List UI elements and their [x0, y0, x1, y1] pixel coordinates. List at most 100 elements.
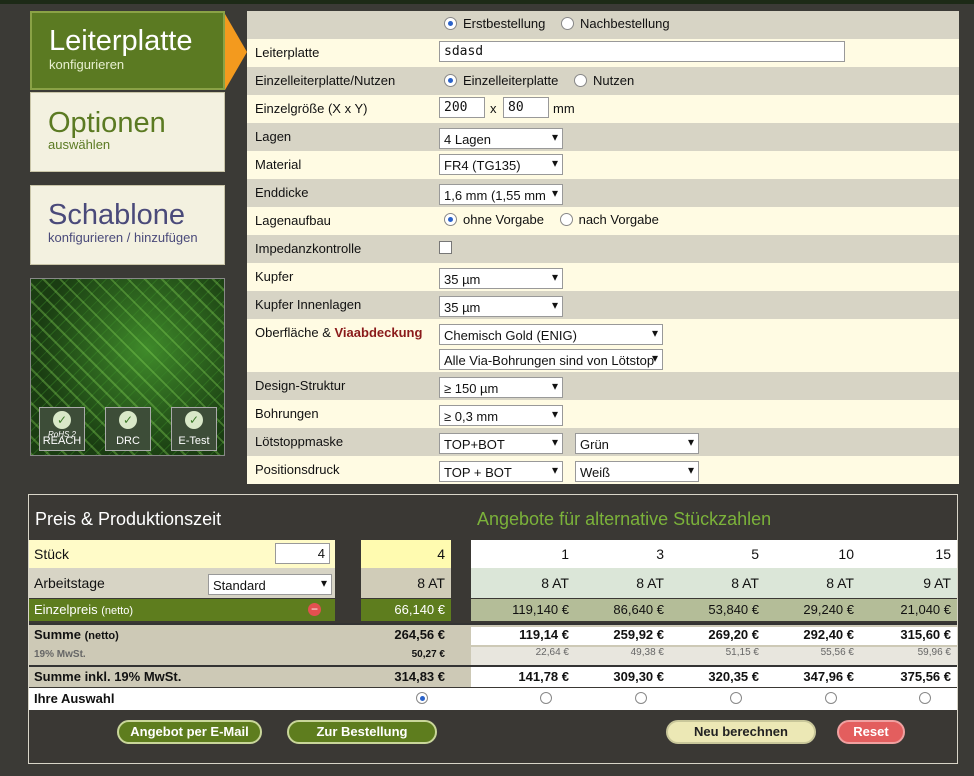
alt-days: 9 AT — [860, 568, 957, 598]
alt-unit-price: 21,040 € — [860, 599, 957, 621]
kupfer-select[interactable]: 35 µm — [439, 268, 563, 289]
main-unit-price: 66,140 € — [361, 599, 451, 621]
groesse-row: Einzelgröße (X x Y) 200 x 80 mm — [247, 95, 959, 123]
alt-sum: 269,20 € — [670, 627, 765, 645]
field-label: Bohrungen — [255, 406, 319, 421]
bohrungen-select[interactable]: ≥ 0,3 mm — [439, 405, 563, 426]
radio-nach-vorgabe[interactable] — [559, 213, 573, 226]
einzelpreis-label: Einzelpreis — [34, 602, 98, 617]
lagenaufbau-row: Lagenaufbau ohne Vorgabe nach Vorgabe — [247, 207, 959, 235]
einzel-radios: Einzelleiterplatte Nutzen — [444, 73, 646, 88]
nav-schablone[interactable]: Schablone konfigurieren / hinzufügen — [30, 185, 225, 265]
loetstopp-color-select[interactable]: Grün — [575, 433, 699, 454]
positionsdruck-row: Positionsdruck TOP + BOT Weiß — [247, 456, 959, 484]
stueck-input[interactable]: 4 — [275, 543, 330, 564]
size-y-input[interactable]: 80 — [503, 97, 549, 118]
check-icon: ✓ — [53, 411, 71, 429]
enddicke-row: Enddicke 1,6 mm (1,55 mm — [247, 179, 959, 207]
lagen-select[interactable]: 4 Lagen — [439, 128, 563, 149]
summe-inkl-row: Summe inkl. 19% MwSt. 314,83 € 141,78 € … — [29, 665, 957, 687]
radio-nutzen[interactable] — [574, 74, 588, 87]
size-separator: x — [490, 101, 497, 116]
alt-unit-price: 29,240 € — [765, 599, 860, 621]
arbeitstage-label-cell: Arbeitstage Standard — [29, 568, 335, 598]
field-label: Einzelleiterplatte/Nutzen — [255, 73, 396, 88]
order-button[interactable]: Zur Bestellung — [287, 720, 437, 744]
alt-days: 8 AT — [575, 568, 670, 598]
radio-erstbestellung[interactable] — [444, 17, 457, 30]
kupfer-row: Kupfer 35 µm — [247, 263, 959, 291]
kupfer-innen-select[interactable]: 35 µm — [439, 296, 563, 317]
remove-icon[interactable]: − — [308, 603, 321, 616]
material-row: Material FR4 (TG135) — [247, 151, 959, 179]
stueck-row: Stück 4 4 1 3 5 10 15 — [29, 540, 957, 568]
field-label: Lagen — [255, 129, 292, 144]
oberflaeche-select[interactable]: Chemisch Gold (ENIG) — [439, 324, 663, 345]
alt-qty: 3 — [575, 540, 670, 568]
arbeitstage-select[interactable]: Standard — [208, 574, 332, 595]
alt-tax: 22,64 € — [471, 647, 575, 665]
alt-total: 309,30 € — [575, 667, 670, 687]
oberflaeche-row: Oberfläche & Viaabdeckung Chemisch Gold … — [247, 319, 959, 372]
etest-badge: ✓ E-Test — [171, 407, 217, 451]
field-label: Lagenaufbau — [255, 213, 331, 228]
alt-unit-price: 86,640 € — [575, 599, 670, 621]
einzelpreis-label-cell: Einzelpreis (netto) − — [29, 599, 335, 621]
recalculate-button[interactable]: Neu berechnen — [666, 720, 816, 744]
alt-sum: 292,40 € — [765, 627, 860, 645]
leiterplatte-name-input[interactable]: sdasd — [439, 41, 845, 62]
price-panel: Preis & Produktionszeit Angebote für alt… — [28, 494, 958, 764]
size-x-input[interactable]: 200 — [439, 97, 485, 118]
summe-block: Summe (netto) 19% MwSt. 264,56 € 50,27 €… — [29, 623, 957, 665]
select-alt-1-radio[interactable] — [540, 692, 552, 704]
nav-title: Optionen — [48, 107, 166, 139]
nav-leiterplatte[interactable]: Leiterplatte konfigurieren — [30, 11, 225, 90]
einzelpreis-suffix: (netto) — [101, 605, 134, 617]
bohrungen-row: Bohrungen ≥ 0,3 mm — [247, 400, 959, 428]
alt-tax: 59,96 € — [860, 647, 957, 665]
field-label: Material — [255, 157, 302, 172]
radio-label: Nachbestellung — [580, 16, 670, 31]
field-label: Positionsdruck — [255, 462, 340, 477]
nav-optionen[interactable]: Optionen auswählen — [30, 92, 225, 172]
stueck-label-cell: Stück 4 — [29, 540, 335, 568]
impedanz-row: Impedanzkontrolle — [247, 235, 959, 263]
field-label: Einzelgröße (X x Y) — [255, 101, 368, 116]
radio-ohne-vorgabe[interactable] — [444, 213, 457, 226]
impedanz-checkbox[interactable] — [439, 241, 452, 254]
radio-label: Erstbestellung — [463, 16, 546, 31]
email-offer-button[interactable]: Angebot per E-Mail — [117, 720, 262, 744]
select-alt-5-radio[interactable] — [730, 692, 742, 704]
alt-sum: 315,60 € — [860, 627, 957, 645]
enddicke-select[interactable]: 1,6 mm (1,55 mm — [439, 184, 563, 205]
select-alt-15-radio[interactable] — [919, 692, 931, 704]
viaabdeckung-select[interactable]: Alle Via-Bohrungen sind von Lötstop — [439, 349, 663, 370]
alt-tax: 55,56 € — [765, 647, 860, 665]
summe-inkl-label: Summe inkl. 19% MwSt. — [34, 669, 182, 684]
field-label: Kupfer Innenlagen — [255, 297, 362, 312]
order-type-row: Erstbestellung Nachbestellung — [247, 11, 959, 39]
pcb-image: ✓ RoHS 2 REACH ✓ DRC ✓ E-Test — [30, 278, 225, 456]
positionsdruck-side-select[interactable]: TOP + BOT — [439, 461, 563, 482]
arbeitstage-label: Arbeitstage — [34, 575, 105, 591]
drc-badge: ✓ DRC — [105, 407, 151, 451]
einzelpreis-row: Einzelpreis (netto) − 66,140 € 119,140 €… — [29, 599, 957, 621]
radio-nachbestellung[interactable] — [561, 17, 575, 30]
select-alt-10-radio[interactable] — [825, 692, 837, 704]
alt-qty: 15 — [860, 540, 957, 568]
alternatives-title: Angebote für alternative Stückzahlen — [477, 509, 772, 529]
alt-sum: 119,14 € — [471, 627, 575, 645]
reset-button[interactable]: Reset — [837, 720, 905, 744]
select-alt-3-radio[interactable] — [635, 692, 647, 704]
mwst-label: 19% MwSt. — [34, 649, 86, 660]
loetstopp-side-select[interactable]: TOP+BOT — [439, 433, 563, 454]
select-main-radio[interactable] — [416, 692, 428, 704]
positionsdruck-color-select[interactable]: Weiß — [575, 461, 699, 482]
design-select[interactable]: ≥ 150 µm — [439, 377, 563, 398]
arbeitstage-row: Arbeitstage Standard 8 AT 8 AT 8 AT 8 AT… — [29, 568, 957, 598]
active-arrow-icon — [225, 14, 247, 90]
radio-einzelleiterplatte[interactable] — [444, 74, 457, 87]
alt-tax: 49,38 € — [575, 647, 670, 665]
order-type-radios: Erstbestellung Nachbestellung — [444, 16, 682, 31]
material-select[interactable]: FR4 (TG135) — [439, 154, 563, 175]
